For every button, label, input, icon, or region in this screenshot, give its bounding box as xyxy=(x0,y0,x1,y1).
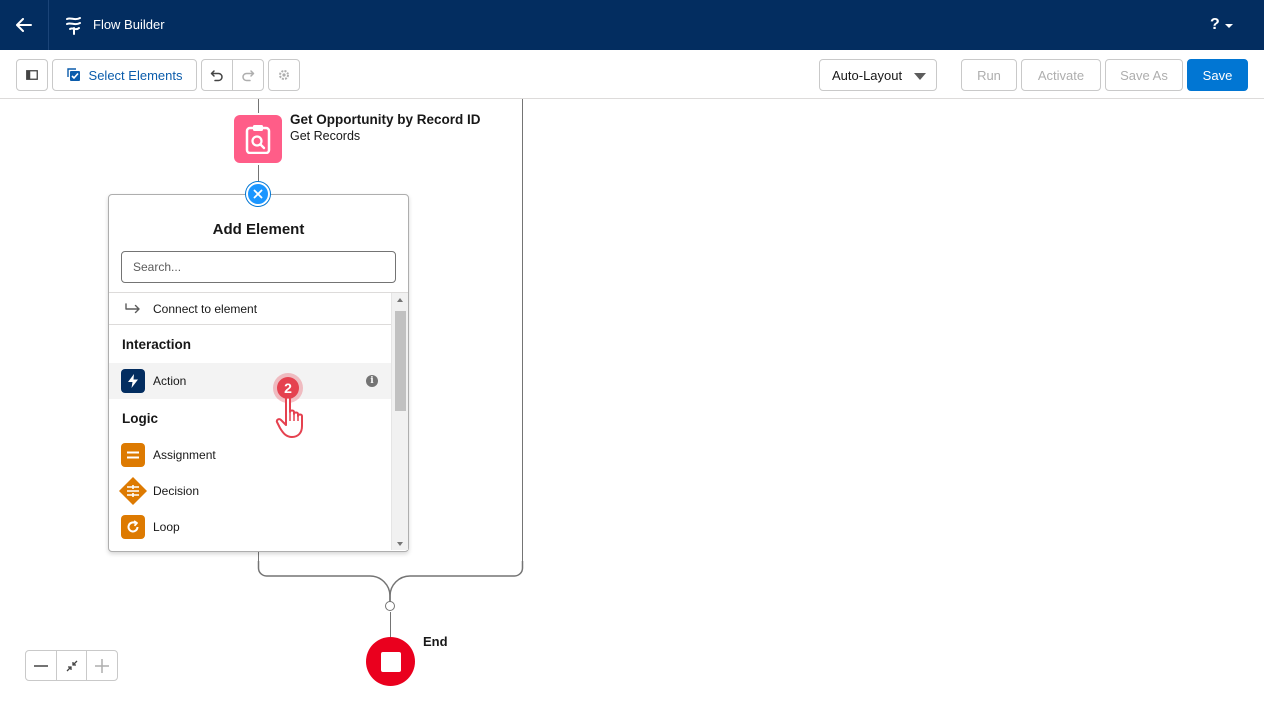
plus-icon xyxy=(95,658,110,673)
flow-canvas[interactable]: Get Opportunity by Record ID Get Records… xyxy=(0,99,1264,706)
caret-down-icon xyxy=(914,73,926,80)
connect-label: Connect to element xyxy=(153,301,258,316)
section-logic: Logic xyxy=(122,410,158,426)
close-add-element-button[interactable] xyxy=(246,182,270,206)
stop-icon xyxy=(380,651,401,672)
item-label: Assignment xyxy=(153,448,216,462)
get-records-node[interactable] xyxy=(234,115,282,163)
app-header: Flow Builder ? xyxy=(0,0,1264,50)
node-type-label: Get Records xyxy=(290,129,361,143)
zoom-in-button[interactable] xyxy=(87,651,117,680)
element-list: Connect to element Interaction Action i … xyxy=(109,292,408,550)
connector-line xyxy=(522,99,523,561)
equals-icon xyxy=(121,443,145,467)
run-button[interactable]: Run xyxy=(961,59,1017,91)
connect-to-element-item[interactable]: Connect to element xyxy=(109,293,391,325)
connector-line xyxy=(258,99,259,113)
end-node[interactable] xyxy=(366,637,415,686)
merge-connector xyxy=(257,561,524,604)
help-menu-button[interactable]: ? xyxy=(1210,14,1244,36)
lightning-icon xyxy=(121,369,145,393)
undo-icon xyxy=(210,70,223,82)
arrow-left-icon xyxy=(16,18,32,32)
list-scrollbar[interactable] xyxy=(391,293,408,550)
decision-icon xyxy=(119,477,147,505)
activate-button[interactable]: Activate xyxy=(1021,59,1101,91)
panel-icon xyxy=(26,70,38,80)
connector-line xyxy=(390,612,391,638)
list-item-loop[interactable]: Loop xyxy=(109,509,391,545)
flow-settings-button[interactable] xyxy=(268,59,300,91)
item-label: Action xyxy=(153,374,187,388)
info-icon[interactable]: i xyxy=(366,375,378,387)
popover-title: Add Element xyxy=(212,221,305,238)
scroll-down-arrow-icon[interactable] xyxy=(397,542,403,546)
end-label: End xyxy=(423,634,448,649)
select-elements-button[interactable]: Select Elements xyxy=(52,59,197,91)
gear-icon xyxy=(279,70,289,80)
scrollbar-thumb[interactable] xyxy=(395,311,406,411)
close-icon xyxy=(253,189,263,199)
get-records-icon xyxy=(245,125,271,154)
zoom-out-button[interactable] xyxy=(26,651,57,680)
chevron-down-icon xyxy=(1224,24,1233,28)
toggle-panel-button[interactable] xyxy=(16,59,48,91)
list-item-action[interactable]: Action i xyxy=(109,363,391,399)
section-interaction: Interaction xyxy=(122,336,192,352)
checkbox-icon xyxy=(66,68,80,81)
list-item-assignment[interactable]: Assignment xyxy=(109,437,391,473)
zoom-controls xyxy=(25,650,118,681)
layout-value: Auto-Layout xyxy=(832,67,903,83)
redo-button[interactable] xyxy=(232,59,264,91)
hand-pointer-icon xyxy=(275,396,303,438)
minus-icon xyxy=(33,664,48,667)
item-label: Decision xyxy=(153,484,200,498)
connector-junction[interactable] xyxy=(385,601,395,611)
fit-view-button[interactable] xyxy=(57,651,88,680)
add-element-popover: Add Element Connect to element Interacti… xyxy=(108,194,409,552)
flow-icon xyxy=(66,17,81,35)
search-input[interactable] xyxy=(121,251,396,283)
loop-icon xyxy=(121,515,145,539)
contract-icon xyxy=(66,660,77,671)
layout-select[interactable]: Auto-Layout xyxy=(819,59,937,91)
back-button[interactable] xyxy=(0,0,49,50)
redo-icon xyxy=(242,70,255,82)
save-as-button[interactable]: Save As xyxy=(1105,59,1183,91)
toolbar: Select Elements Auto-Layout Run Activate… xyxy=(0,50,1264,99)
arrow-turn-icon xyxy=(125,302,140,313)
save-button[interactable]: Save xyxy=(1187,59,1248,91)
item-label: Loop xyxy=(153,520,180,534)
app-title: Flow Builder xyxy=(93,17,165,32)
node-title: Get Opportunity by Record ID xyxy=(290,112,481,127)
list-item-decision[interactable]: Decision xyxy=(109,473,391,509)
help-icon: ? xyxy=(1210,16,1220,33)
undo-button[interactable] xyxy=(201,59,233,91)
scroll-up-arrow-icon[interactable] xyxy=(397,298,403,302)
select-elements-label: Select Elements xyxy=(88,67,183,83)
